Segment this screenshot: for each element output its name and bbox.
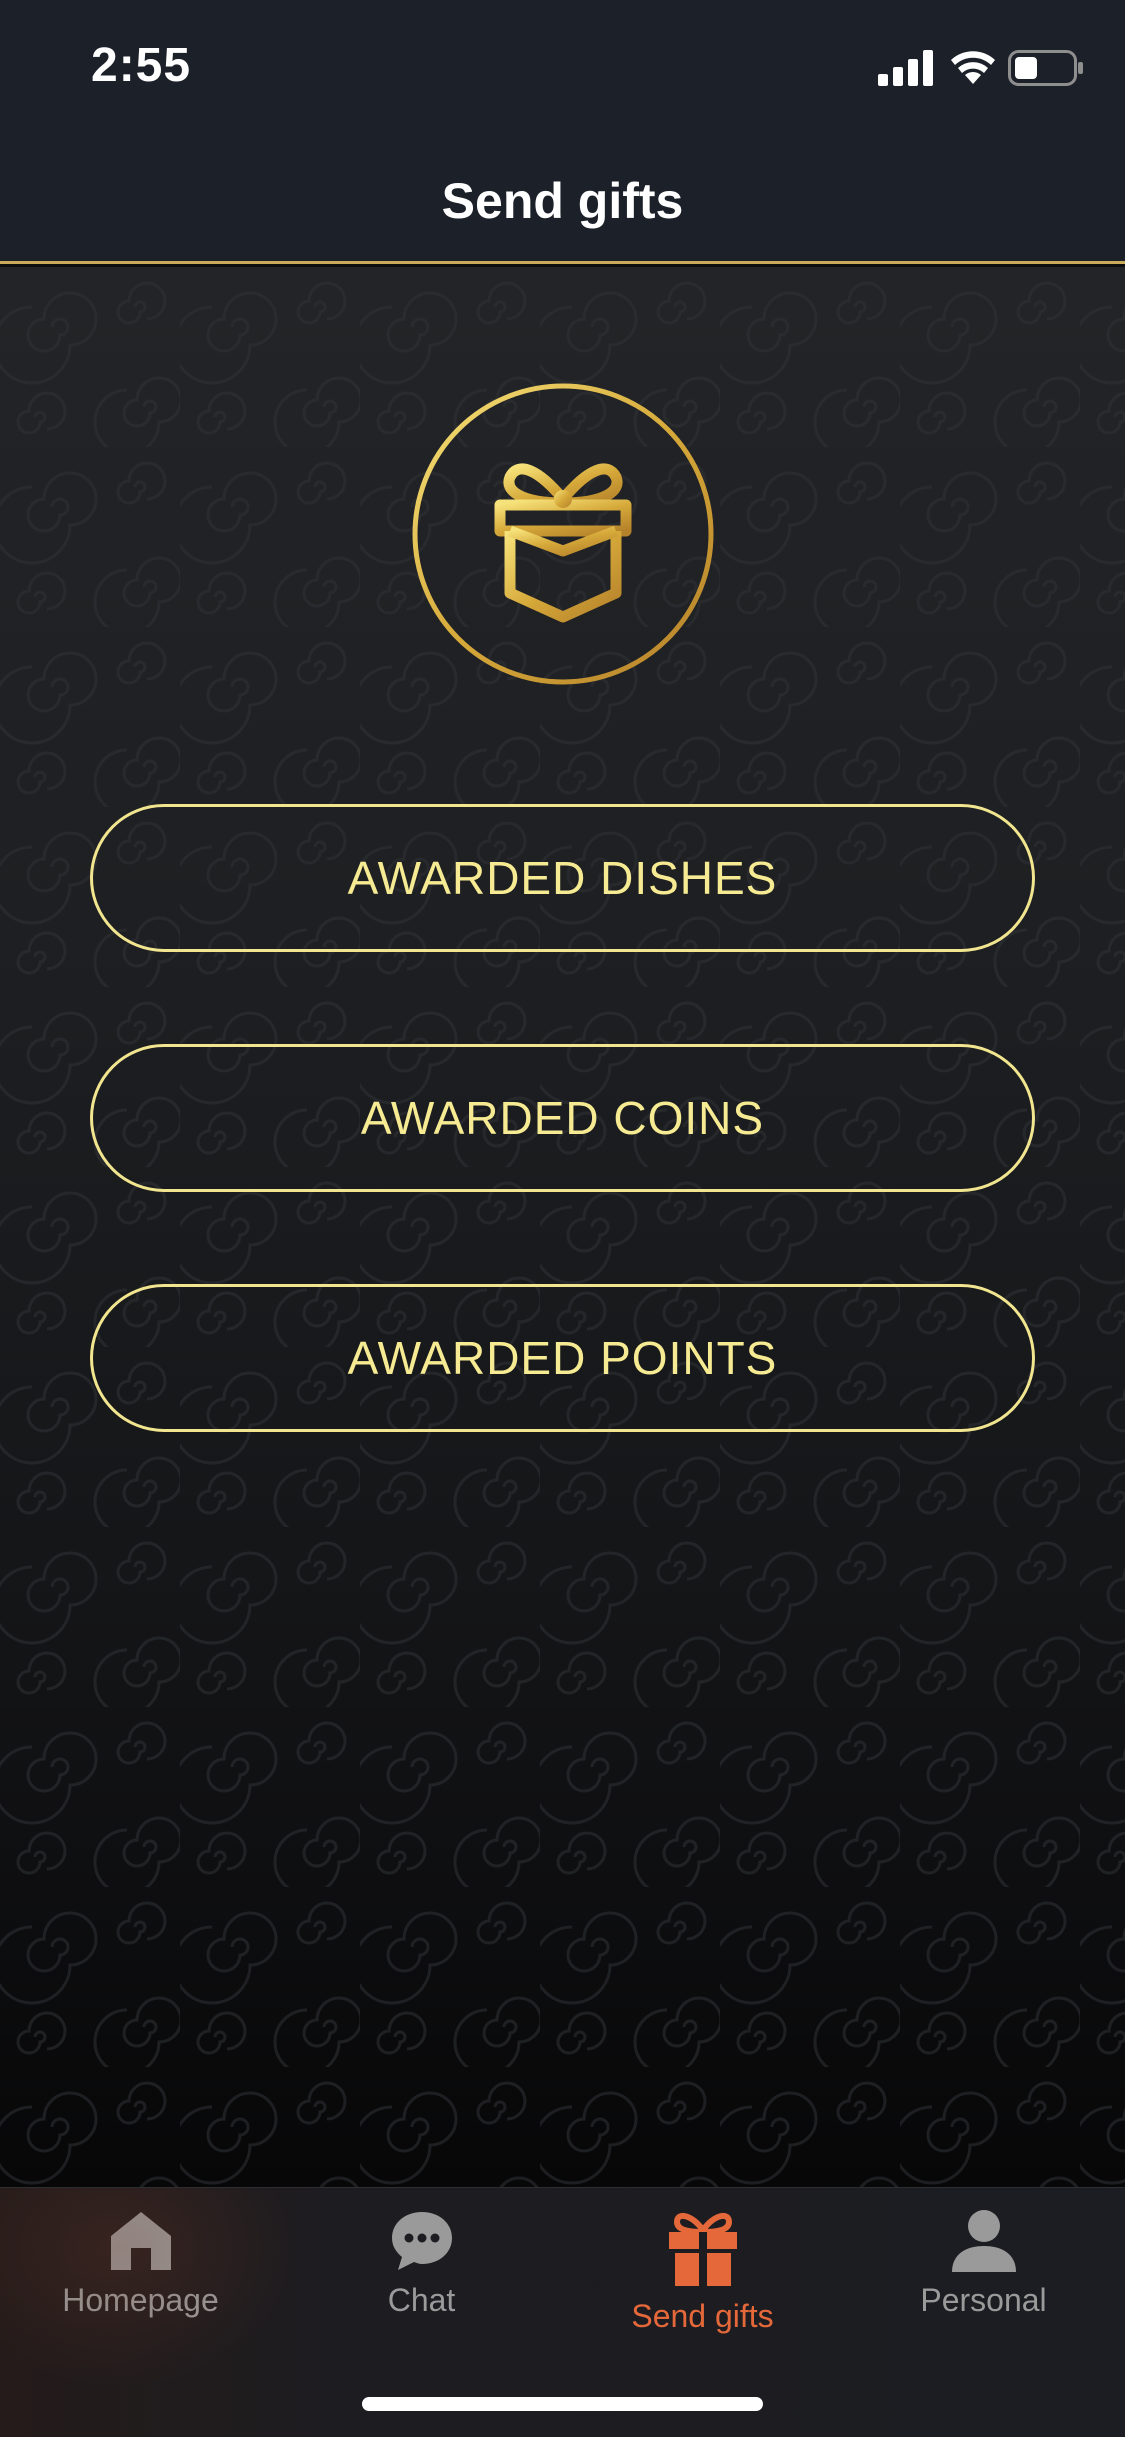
tab-label: Send gifts [631, 2298, 774, 2334]
gift-badge-icon [412, 383, 714, 685]
home-indicator[interactable] [362, 2397, 763, 2411]
tab-label: Chat [387, 2282, 456, 2318]
tab-label: Homepage [62, 2282, 219, 2318]
tab-homepage[interactable]: Homepage [0, 2188, 281, 2358]
tab-personal[interactable]: Personal [843, 2188, 1124, 2358]
main-content: AWARDED DISHES AWARDED COINS AWARDED POI… [0, 267, 1125, 2187]
status-time: 2:55 [91, 39, 192, 92]
awarded-coins-button[interactable]: AWARDED COINS [90, 1044, 1035, 1192]
status-bar: 2:55 [0, 0, 1125, 132]
tab-send-gifts[interactable]: Send gifts [562, 2188, 843, 2358]
cellular-signal-icon [878, 50, 933, 86]
tab-chat[interactable]: Chat [281, 2188, 562, 2358]
chat-bubble-icon [391, 2212, 452, 2270]
person-icon [951, 2210, 1016, 2272]
tab-label: Personal [920, 2282, 1047, 2318]
awarded-dishes-button[interactable]: AWARDED DISHES [90, 804, 1035, 952]
gift-icon [668, 2212, 737, 2286]
awarded-points-button[interactable]: AWARDED POINTS [90, 1284, 1035, 1432]
home-icon [110, 2212, 171, 2270]
wifi-icon [951, 51, 995, 84]
battery-icon [1008, 50, 1083, 86]
page-title: Send gifts [441, 173, 684, 229]
navigation-header: Send gifts [0, 132, 1125, 264]
